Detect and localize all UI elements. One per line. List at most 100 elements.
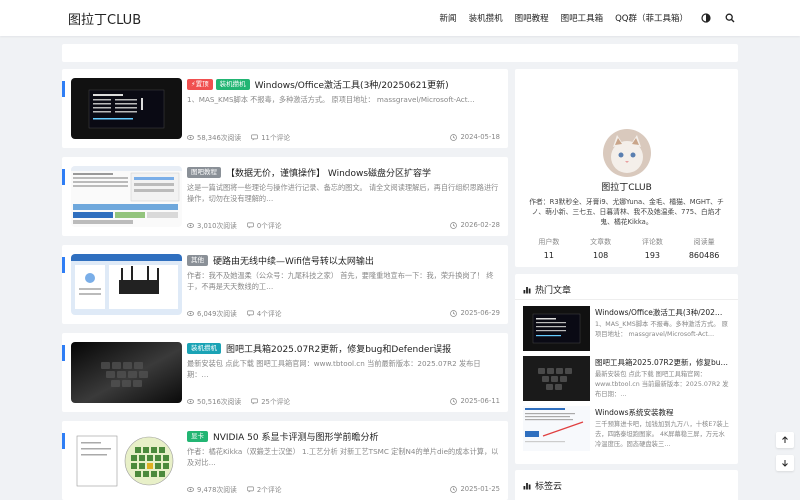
hot-article-title[interactable]: Windows系统安装教程 [595,407,731,418]
post-meta: 50,516次阅读 25个评论 2025-06-11 [187,396,500,406]
top-navbar: 图拉丁CLUB 新闻 装机攒机 图吧教程 图吧工具箱 QQ群（菲工具箱） [0,0,800,36]
hot-article-item[interactable]: Windows系统安装教程 三千预算进卡吧，加钱加到九万八，十核E7装上去，四路… [523,406,733,452]
comment-icon [247,310,254,316]
stat-label: 用户数 [538,238,560,246]
post-date: 2026-02-28 [460,221,500,229]
hot-article-excerpt: 1、MAS_KMS脚本 不报毒。多种激活方式。 原项目地址： massgrave… [595,321,728,338]
search-icon[interactable] [724,12,736,24]
tag-pinned[interactable]: ⚡置顶 [187,78,213,90]
post-title[interactable]: Windows/Office激活工具(3种/20250621更新) [255,78,449,91]
stat-articles: 文章数 108 [575,237,627,260]
post-title[interactable]: 图吧工具箱2025.07R2更新，修复bug和Defender误报 [226,342,451,355]
tag-category[interactable]: 装机攒机 [187,342,221,354]
stat-label: 阅读量 [693,238,715,246]
widget-title: 热门文章 [535,286,572,296]
accent-bar [62,169,65,185]
hot-article-excerpt: 最新安装包 点此下载 图吧工具箱官网：www.tbtool.cn 当前最新版本：… [595,371,729,398]
scroll-up-button[interactable] [776,432,794,448]
stat-comments: 评论数 193 [627,237,679,260]
comment-count: 0个评论 [256,222,282,230]
clock-icon [450,133,458,141]
accent-bar [62,433,65,449]
post-title[interactable]: NVIDIA 50 系显卡评测与图形学前瞻分析 [213,430,378,443]
hot-article-title[interactable]: 图吧工具箱2025.07R2更新，修复bu… [595,357,731,368]
eye-icon [187,134,194,140]
post-card[interactable]: 图吧教程 【数据无价，谨慎操作】 Windows磁盘分区扩容学 这是一篇试图将一… [62,157,508,236]
post-excerpt: 这是一篇试图将一些理论与操作进行记录、备忘的图文。 请全文阅读理解后，再自行组织… [187,183,499,203]
eye-icon [187,486,194,492]
post-card[interactable]: 装机攒机 图吧工具箱2025.07R2更新，修复bug和Defender误报 最… [62,333,508,412]
comment-icon [247,486,254,492]
post-meta: 9,478次阅读 2个评论 2025-01-25 [187,484,500,494]
eye-icon [187,398,194,404]
stat-value: 108 [592,251,609,260]
nav-item-build[interactable]: 装机攒机 [469,12,503,24]
site-logo[interactable]: 图拉丁CLUB [68,9,141,28]
comment-count: 25个评论 [261,398,291,406]
post-thumbnail[interactable] [71,430,182,491]
hot-article-thumbnail[interactable] [523,406,590,451]
post-excerpt: 最新安装包 点此下载 图吧工具箱官网：www.tbtool.cn 当前最新版本：… [187,359,481,379]
bar-chart-icon [523,286,531,293]
main-nav: 新闻 装机攒机 图吧教程 图吧工具箱 QQ群（菲工具箱） [440,0,736,36]
bar-chart-icon [523,482,531,489]
post-title[interactable]: 硬路由无线中续—Wifi信号转以太网输出 [213,254,374,267]
post-card[interactable]: 显卡 NVIDIA 50 系显卡评测与图形学前瞻分析 作者：橘花Kikka（双鍛… [62,421,508,500]
widget-header: 标签云 [523,479,562,492]
comment-icon [251,134,259,140]
tag-category[interactable]: 装机攒机 [215,78,250,90]
stat-reads: 阅读量 860486 [678,237,730,260]
nav-item-news[interactable]: 新闻 [440,12,457,24]
view-count: 50,516次阅读 [197,398,242,406]
stat-value: 193 [644,251,661,260]
post-thumbnail[interactable] [71,166,182,227]
accent-bar [62,81,65,97]
clock-icon [450,309,458,317]
post-card[interactable]: ⚡置顶 装机攒机 Windows/Office激活工具(3种/20250621更… [62,69,508,148]
widget-title: 标签云 [535,482,563,492]
nav-item-tutorial[interactable]: 图吧教程 [515,12,549,24]
view-count: 3,010次阅读 [197,222,237,230]
tag-category[interactable]: 其他 [187,254,208,266]
notice-bar [62,44,738,62]
author-profile-card: 图拉丁CLUB 作者：R3默秒全、牙膏i9、尤娜Yuna、金毛、橘猫、MGHT、… [515,69,738,267]
post-excerpt: 作者：我不及她温柔（公众号：九尾科技之家） 首先，要隆重地宣布一下：我，荣升换岗… [187,271,494,291]
divider [515,299,738,300]
post-thumbnail[interactable] [71,342,182,403]
hot-article-title[interactable]: Windows/Office激活工具(3种/202… [595,307,731,318]
post-excerpt: 1、MAS_KMS脚本 不报毒，多种激活方式。 原项目地址： massgrave… [187,95,475,104]
post-date: 2025-06-11 [460,397,500,405]
hot-article-thumbnail[interactable] [523,306,590,351]
nav-item-qq-group[interactable]: QQ群（菲工具箱） [615,12,688,24]
post-meta: 58,346次阅读 11个评论 2024-05-18 [187,132,500,142]
widget-header: 热门文章 [523,283,571,296]
scroll-down-button[interactable] [776,455,794,471]
hot-article-item[interactable]: 图吧工具箱2025.07R2更新，修复bu… 最新安装包 点此下载 图吧工具箱官… [523,356,733,402]
stat-users: 用户数 11 [523,237,575,260]
half-moon-icon[interactable] [700,12,712,24]
clock-icon [450,485,458,493]
accent-bar [62,345,65,361]
avatar[interactable] [603,129,651,177]
post-thumbnail[interactable] [71,254,182,315]
comment-icon [247,222,254,228]
clock-icon [450,397,458,405]
tag-category[interactable]: 显卡 [187,430,208,442]
comment-icon [251,398,259,404]
hot-article-excerpt: 三千预算进卡吧，加钱加到九万八，十核E7装上去，四路泰坦跑图家。 4K屏幕稳三屏… [595,421,729,448]
post-title[interactable]: 【数据无价，谨慎操作】 Windows磁盘分区扩容学 [226,166,431,179]
post-thumbnail[interactable] [71,78,182,139]
arrow-up-icon [782,436,788,443]
stat-value: 11 [543,251,554,260]
eye-icon [187,222,194,228]
hot-article-item[interactable]: Windows/Office激活工具(3种/202… 1、MAS_KMS脚本 不… [523,306,733,352]
hot-article-thumbnail[interactable] [523,356,590,401]
tag-category[interactable]: 图吧教程 [187,166,221,178]
tag-cloud-widget: 标签云 [515,470,738,500]
stat-label: 文章数 [590,238,612,246]
arrow-down-icon [782,460,788,467]
post-card[interactable]: 其他 硬路由无线中续—Wifi信号转以太网输出 作者：我不及她温柔（公众号：九尾… [62,245,508,324]
nav-item-toolbox[interactable]: 图吧工具箱 [561,12,604,24]
clock-icon [450,221,458,229]
stat-value: 860486 [688,251,720,260]
